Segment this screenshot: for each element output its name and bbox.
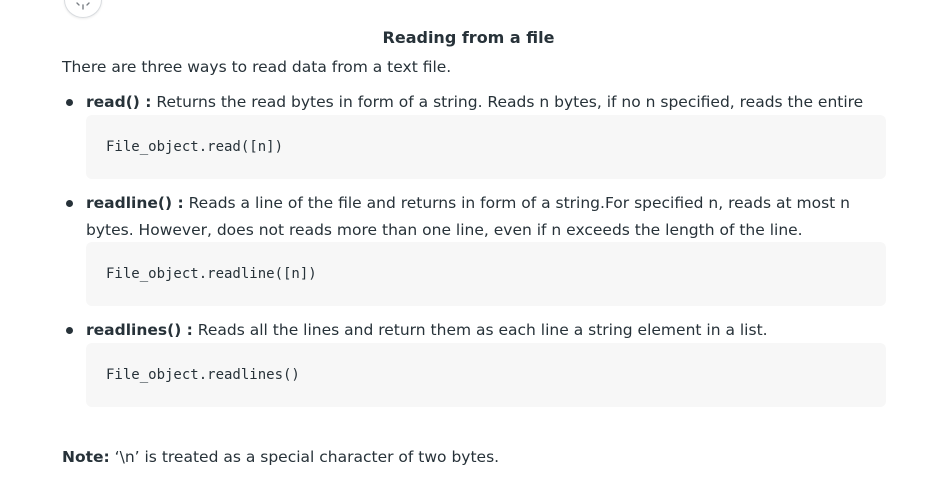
code-snippet: File_object.read([n]) bbox=[106, 139, 284, 155]
bullet-point bbox=[66, 99, 73, 106]
loading-spinner-icon bbox=[64, 0, 102, 18]
method-description: Reads all the lines and return them as e… bbox=[192, 321, 768, 339]
method-description: Reads a line of the file and returns in … bbox=[86, 194, 851, 239]
note-body: ‘\n’ is treated as a special character o… bbox=[109, 448, 500, 466]
code-snippet: File_object.readlines() bbox=[106, 367, 300, 383]
method-readlines-item: readlines() : Reads all the lines and re… bbox=[86, 317, 886, 344]
note-text: Note: ‘\n’ is treated as a special chara… bbox=[62, 447, 499, 467]
section-title: Reading from a file bbox=[382, 28, 555, 47]
method-name: read() : bbox=[86, 93, 152, 111]
code-block: File_object.readline([n]) bbox=[86, 242, 886, 306]
method-readline-item: readline() : Reads a line of the file an… bbox=[86, 190, 886, 244]
code-block: File_object.readlines() bbox=[86, 343, 886, 407]
bullet-point bbox=[66, 200, 73, 207]
method-name: readlines() : bbox=[86, 321, 193, 339]
bullet-point bbox=[66, 327, 73, 334]
method-name: readline() : bbox=[86, 194, 184, 212]
code-block: File_object.read([n]) bbox=[86, 115, 886, 179]
code-snippet: File_object.readline([n]) bbox=[106, 266, 317, 282]
note-label: Note: bbox=[62, 448, 110, 466]
intro-text: There are three ways to read data from a… bbox=[62, 58, 452, 76]
